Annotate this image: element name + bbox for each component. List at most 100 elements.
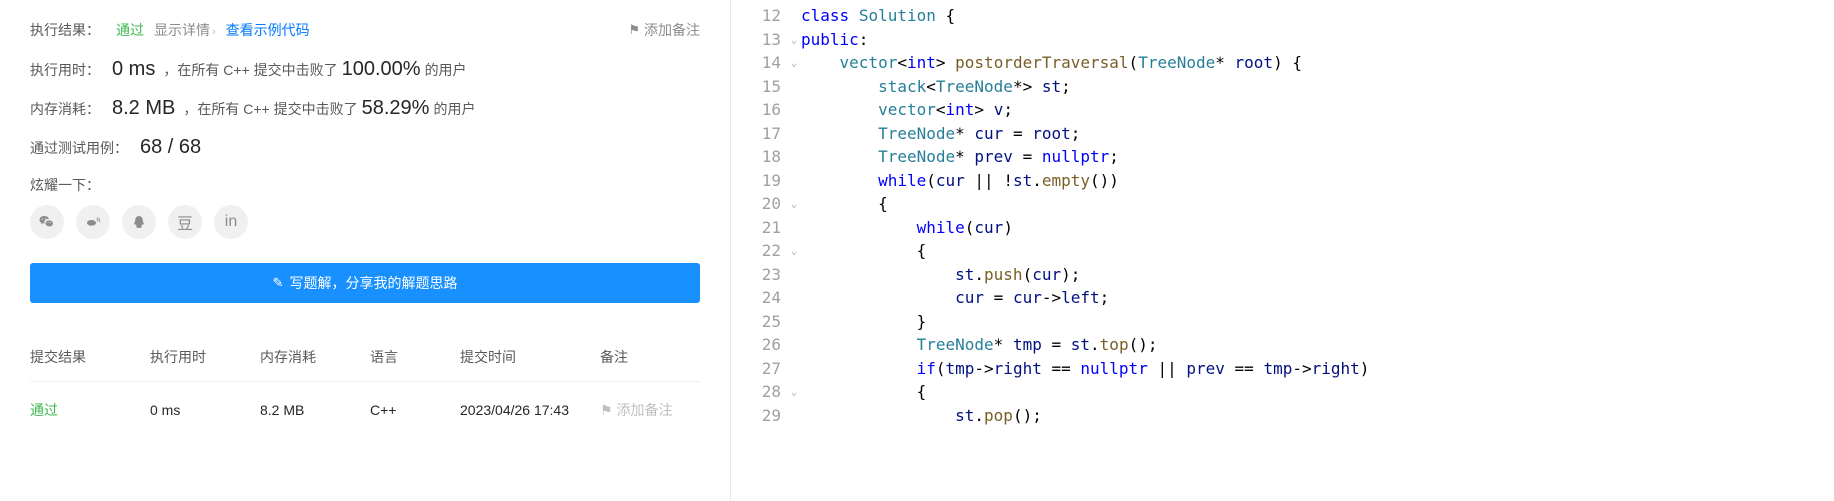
fold-marker [787,75,801,99]
code-line[interactable]: stack<TreeNode*> st; [801,75,1834,99]
table-header-row: 提交结果 执行用时 内存消耗 语言 提交时间 备注 [30,333,700,382]
cases-label: 通过测试用例： [30,138,128,158]
header-note: 备注 [600,347,700,367]
code-line[interactable]: { [801,239,1834,263]
code-line[interactable]: { [801,192,1834,216]
line-number: 27 [731,357,781,381]
line-number: 18 [731,145,781,169]
chevron-down-icon: › [212,26,216,38]
fold-marker [787,404,801,428]
line-number: 29 [731,404,781,428]
line-number: 16 [731,98,781,122]
row-date: 2023/04/26 17:43 [460,402,600,418]
fold-marker [787,169,801,193]
fold-marker [787,4,801,28]
share-label: 炫耀一下： [30,175,700,195]
fold-gutter: ⌄⌄⌄⌄⌄ [787,0,801,501]
add-note-text: 添加备注 [644,20,700,40]
result-status: 通过 [116,20,144,40]
code-line[interactable]: st.push(cur); [801,263,1834,287]
code-line[interactable]: st.pop(); [801,404,1834,428]
add-note-button[interactable]: ⚑添加备注 [628,20,700,40]
result-header: 执行结果： 通过 显示详情› 查看示例代码 ⚑添加备注 [30,20,700,40]
share-icons-row: 豆 in [30,205,700,239]
douban-icon[interactable]: 豆 [168,205,202,239]
mem-stat-row: 内存消耗： 8.2 MB ，在所有 C++ 提交中击败了 58.29% 的用户 [30,97,700,120]
flag-icon: ⚑ [600,402,613,419]
code-line[interactable]: if(tmp->right == nullptr || prev == tmp-… [801,357,1834,381]
header-date: 提交时间 [460,347,600,367]
fold-marker[interactable]: ⌄ [787,239,801,263]
time-suffix: 的用户 [425,60,467,80]
line-number: 15 [731,75,781,99]
show-details-text: 显示详情 [154,22,210,38]
line-number: 26 [731,333,781,357]
fold-marker[interactable]: ⌄ [787,28,801,52]
code-line[interactable]: cur = cur->left; [801,286,1834,310]
code-line[interactable]: TreeNode* tmp = st.top(); [801,333,1834,357]
wechat-icon[interactable] [30,205,64,239]
code-line[interactable]: while(cur) [801,216,1834,240]
fold-marker [787,286,801,310]
mem-suffix: 的用户 [433,99,475,119]
row-time: 0 ms [150,402,260,418]
pencil-icon: ✎ [273,275,284,291]
mem-value: 8.2 MB [112,97,175,120]
line-number: 25 [731,310,781,334]
line-number-gutter: 121314151617181920212223242526272829 [731,0,787,501]
header-result: 提交结果 [30,347,150,367]
fold-marker [787,333,801,357]
line-number: 20 [731,192,781,216]
row-mem: 8.2 MB [260,402,370,418]
line-number: 17 [731,122,781,146]
submissions-table: 提交结果 执行用时 内存消耗 语言 提交时间 备注 通过 0 ms 8.2 MB… [30,333,700,438]
header-lang: 语言 [370,347,460,367]
time-percent: 100.00% [342,58,421,81]
mem-percent: 58.29% [362,97,430,120]
row-result[interactable]: 通过 [30,400,150,420]
result-label: 执行结果： [30,20,100,40]
code-line[interactable]: while(cur || !st.empty()) [801,169,1834,193]
fold-marker [787,122,801,146]
cases-value: 68 / 68 [140,136,201,159]
code-editor: 121314151617181920212223242526272829 ⌄⌄⌄… [730,0,1834,501]
code-line[interactable]: { [801,380,1834,404]
code-line[interactable]: } [801,310,1834,334]
result-panel: 执行结果： 通过 显示详情› 查看示例代码 ⚑添加备注 执行用时： 0 ms ，… [0,0,730,501]
header-mem: 内存消耗 [260,347,370,367]
fold-marker[interactable]: ⌄ [787,380,801,404]
header-time: 执行用时 [150,347,260,367]
row-add-note[interactable]: ⚑添加备注 [600,400,700,420]
line-number: 23 [731,263,781,287]
line-number: 21 [731,216,781,240]
weibo-icon[interactable] [76,205,110,239]
fold-marker[interactable]: ⌄ [787,51,801,75]
fold-marker [787,98,801,122]
line-number: 22 [731,239,781,263]
write-solution-button[interactable]: ✎ 写题解，分享我的解题思路 [30,263,700,303]
cases-stat-row: 通过测试用例： 68 / 68 [30,136,700,159]
code-line[interactable]: class Solution { [801,4,1834,28]
fold-marker [787,145,801,169]
code-line[interactable]: TreeNode* cur = root; [801,122,1834,146]
linkedin-icon[interactable]: in [214,205,248,239]
line-number: 12 [731,4,781,28]
code-line[interactable]: TreeNode* prev = nullptr; [801,145,1834,169]
time-value: 0 ms [112,58,155,81]
fold-marker [787,357,801,381]
qq-icon[interactable] [122,205,156,239]
line-number: 19 [731,169,781,193]
time-prefix: ，在所有 C++ 提交中击败了 [163,60,337,80]
show-details-link[interactable]: 显示详情› [154,20,216,40]
fold-marker[interactable]: ⌄ [787,192,801,216]
row-note-text: 添加备注 [617,400,673,420]
view-example-link[interactable]: 查看示例代码 [226,20,310,40]
line-number: 28 [731,380,781,404]
code-line[interactable]: vector<int> postorderTraversal(TreeNode*… [801,51,1834,75]
code-line[interactable]: vector<int> v; [801,98,1834,122]
fold-marker [787,263,801,287]
line-number: 14 [731,51,781,75]
table-row[interactable]: 通过 0 ms 8.2 MB C++ 2023/04/26 17:43 ⚑添加备… [30,382,700,438]
code-line[interactable]: public: [801,28,1834,52]
code-area[interactable]: class Solution {public: vector<int> post… [801,0,1834,501]
